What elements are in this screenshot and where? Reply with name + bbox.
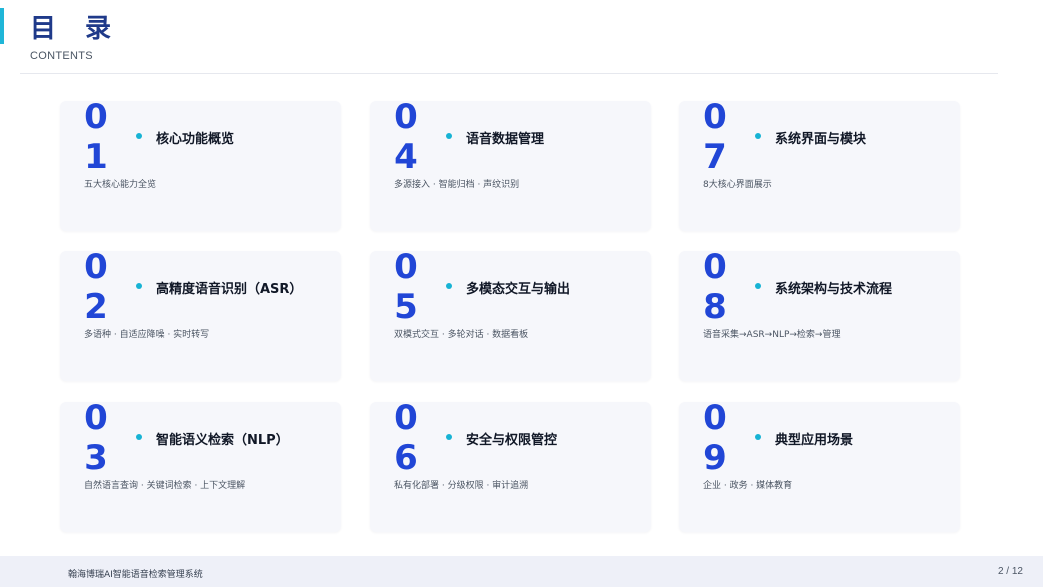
- card-number: 01: [84, 97, 108, 177]
- card-number: 05: [394, 247, 418, 327]
- contents-card-06[interactable]: 06 安全与权限管控 私有化部署 · 分级权限 · 审计追溯: [370, 398, 651, 532]
- contents-card-03[interactable]: 03 智能语义检索（NLP） 自然语言查询 · 关键词检索 · 上下文理解: [60, 398, 341, 532]
- card-description: 多语种 · 自适应降噪 · 实时转写: [84, 330, 210, 340]
- bullet-dot-icon: [755, 283, 761, 289]
- card-number: 03: [84, 398, 108, 478]
- card-title: 智能语义检索（NLP）: [156, 433, 289, 448]
- card-description: 企业 · 政务 · 媒体教育: [703, 481, 793, 491]
- page-indicator: 2 / 12: [997, 566, 1023, 577]
- card-title: 核心功能概览: [156, 132, 235, 147]
- card-description: 语音采集→ASR→NLP→检索→管理: [703, 330, 841, 340]
- title-accent-bar: [0, 8, 4, 44]
- footer-system-name: 翰海博瑞AI智能语音检索管理系统: [68, 570, 203, 580]
- card-description: 私有化部署 · 分级权限 · 审计追溯: [394, 481, 529, 491]
- card-title: 语音数据管理: [466, 132, 545, 147]
- contents-card-05[interactable]: 05 多模态交互与输出 双模式交互 · 多轮对话 · 数据看板: [370, 247, 651, 381]
- bullet-dot-icon: [136, 133, 142, 139]
- page-subtitle: CONTENTS: [30, 50, 93, 62]
- contents-card-08[interactable]: 08 系统架构与技术流程 语音采集→ASR→NLP→检索→管理: [679, 247, 960, 381]
- contents-card-01[interactable]: 01 核心功能概览 五大核心能力全览: [60, 97, 341, 231]
- bullet-dot-icon: [136, 283, 142, 289]
- bullet-dot-icon: [755, 434, 761, 440]
- contents-card-02[interactable]: 02 高精度语音识别（ASR） 多语种 · 自适应降噪 · 实时转写: [60, 247, 341, 381]
- card-number: 06: [394, 398, 418, 478]
- card-title: 系统架构与技术流程: [775, 282, 893, 297]
- card-title: 系统界面与模块: [775, 132, 867, 147]
- header-divider: [20, 73, 998, 74]
- card-number: 09: [703, 398, 727, 478]
- card-description: 双模式交互 · 多轮对话 · 数据看板: [394, 330, 529, 340]
- page-title: 目 录: [30, 14, 122, 44]
- card-title: 高精度语音识别（ASR）: [156, 282, 303, 297]
- card-description: 多源接入 · 智能归档 · 声纹识别: [394, 180, 520, 190]
- card-description: 自然语言查询 · 关键词检索 · 上下文理解: [84, 481, 246, 491]
- contents-card-07[interactable]: 07 系统界面与模块 8大核心界面展示: [679, 97, 960, 231]
- bullet-dot-icon: [446, 434, 452, 440]
- bullet-dot-icon: [755, 133, 761, 139]
- contents-card-04[interactable]: 04 语音数据管理 多源接入 · 智能归档 · 声纹识别: [370, 97, 651, 231]
- bullet-dot-icon: [136, 434, 142, 440]
- bullet-dot-icon: [446, 133, 452, 139]
- footer-bar: 翰海博瑞AI智能语音检索管理系统 2 / 12: [0, 556, 1043, 587]
- card-description: 五大核心能力全览: [84, 180, 157, 190]
- bullet-dot-icon: [446, 283, 452, 289]
- card-description: 8大核心界面展示: [703, 180, 772, 190]
- card-title: 安全与权限管控: [466, 433, 558, 448]
- card-number: 04: [394, 97, 418, 177]
- card-number: 08: [703, 247, 727, 327]
- card-number: 07: [703, 97, 727, 177]
- card-title: 多模态交互与输出: [466, 282, 571, 297]
- card-number: 02: [84, 247, 108, 327]
- card-title: 典型应用场景: [775, 433, 854, 448]
- contents-grid: 01 核心功能概览 五大核心能力全览 04 语音数据管理 多源接入 · 智能归档…: [60, 97, 960, 533]
- contents-card-09[interactable]: 09 典型应用场景 企业 · 政务 · 媒体教育: [679, 398, 960, 532]
